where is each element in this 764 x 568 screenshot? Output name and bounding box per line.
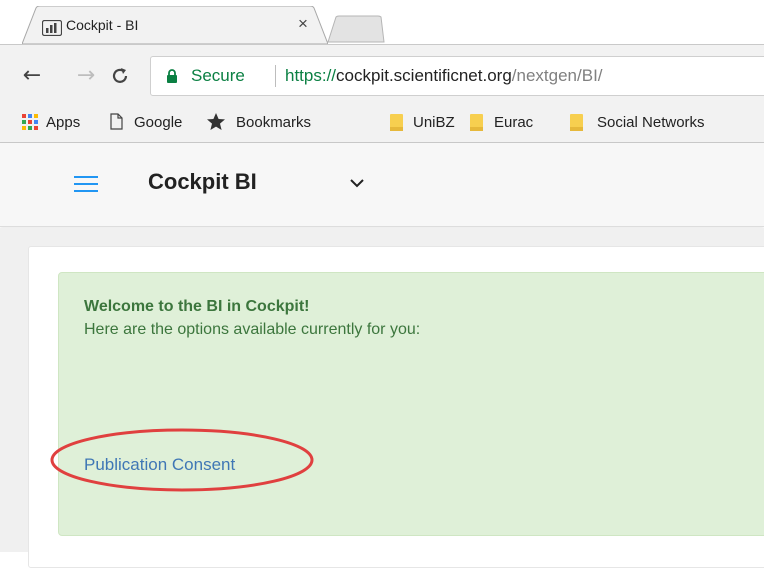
alert-text: Here are the options available currently… (84, 321, 421, 338)
lock-icon (167, 69, 177, 83)
folder-icon (390, 114, 403, 131)
bookmark-eurac[interactable]: Eurac (494, 114, 533, 131)
address-separator (275, 65, 276, 87)
bookmark-apps[interactable]: Apps (46, 114, 80, 131)
tab-strip: Cockpit - BI × (0, 0, 764, 44)
url-text[interactable]: https://cockpit.scientificnet.org/nextge… (285, 66, 603, 86)
folder-icon (470, 114, 483, 131)
secure-label: Secure (191, 66, 245, 85)
url-scheme: https:// (285, 66, 337, 85)
chevron-down-icon[interactable] (348, 176, 366, 190)
new-tab-button[interactable] (326, 15, 386, 43)
bookmark-bookmarks[interactable]: Bookmarks (236, 114, 311, 131)
app-header (0, 143, 764, 227)
url-host: cockpit.scientificnet.org (336, 66, 512, 85)
hamburger-menu-icon[interactable] (74, 176, 98, 192)
forward-arrow-icon[interactable]: → (74, 62, 98, 90)
bookmark-unibz[interactable]: UniBZ (413, 114, 455, 131)
bar-chart-favicon-icon (42, 20, 62, 36)
page-icon (110, 113, 123, 130)
bookmark-google[interactable]: Google (134, 114, 182, 131)
highlight-ellipse (50, 428, 314, 492)
tab-close-button[interactable]: × (294, 14, 312, 36)
alert-title: Welcome to the BI in Cockpit! (84, 298, 310, 315)
bookmark-social-networks[interactable]: Social Networks (597, 114, 705, 131)
reload-icon[interactable] (110, 66, 130, 86)
url-path: /nextgen/BI/ (511, 66, 603, 85)
tab-title: Cockpit - BI (66, 17, 139, 33)
apps-grid-icon (22, 114, 38, 130)
folder-icon (570, 114, 583, 131)
star-icon (207, 113, 225, 130)
app-title: Cockpit BI (148, 169, 257, 194)
back-arrow-icon[interactable]: ← (20, 62, 44, 90)
